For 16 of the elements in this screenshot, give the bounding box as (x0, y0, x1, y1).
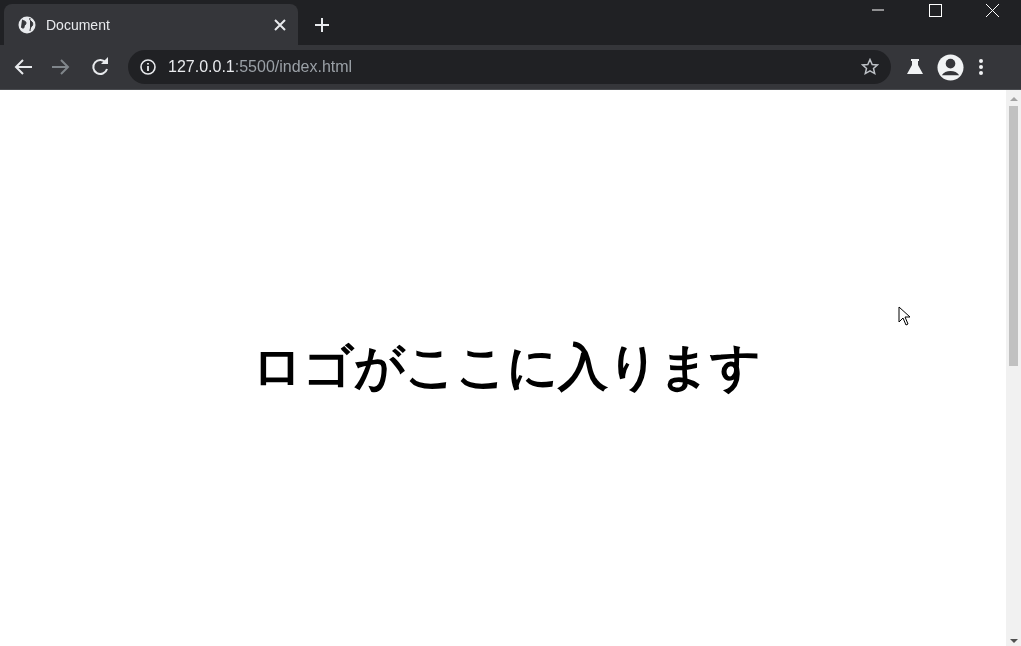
logo-placeholder-heading: ロゴがここに入ります (250, 336, 761, 398)
scrollbar[interactable] (1006, 90, 1021, 646)
url-path: :5500/index.html (234, 58, 353, 75)
close-tab-icon[interactable] (272, 16, 288, 33)
globe-icon (18, 15, 36, 34)
info-icon[interactable] (140, 59, 156, 75)
address-bar[interactable]: 127.0.0.1:5500/index.html (128, 50, 891, 84)
url-host: 127.0.0.1 (168, 58, 235, 75)
flask-icon[interactable] (907, 58, 923, 76)
star-icon[interactable] (861, 58, 879, 76)
scroll-down-arrow-icon[interactable] (1009, 638, 1018, 644)
browser-tab[interactable]: Document (4, 4, 298, 45)
profile-avatar-icon[interactable] (937, 53, 964, 81)
menu-icon[interactable] (978, 58, 984, 76)
mouse-cursor-icon (898, 306, 911, 326)
new-tab-icon[interactable] (312, 15, 332, 35)
